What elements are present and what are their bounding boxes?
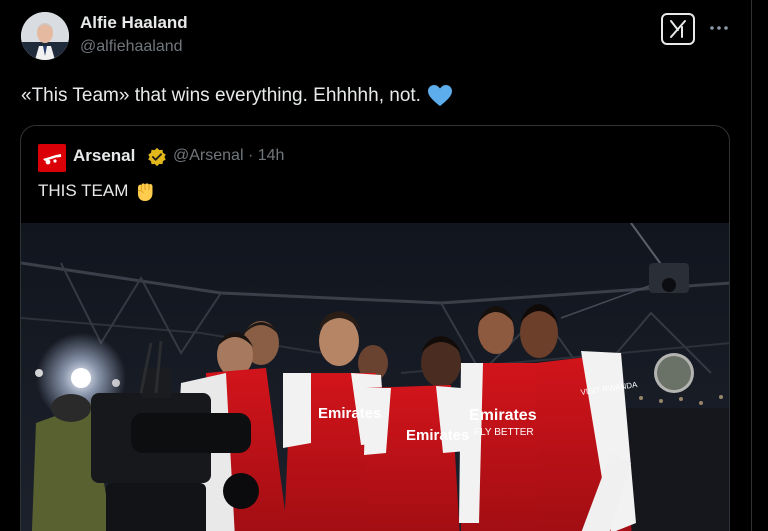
arsenal-logo[interactable] [38, 144, 66, 172]
cannon-icon [43, 154, 61, 165]
shirt-sponsor-text: Emirates [406, 427, 469, 444]
quote-text-content: THIS TEAM [38, 181, 129, 200]
tweet-photo[interactable]: Emirates Emirates Emirates FLY BETTER VI… [21, 223, 729, 531]
tweet-text-content: «This Team» that wins everything. Ehhhhh… [21, 85, 421, 106]
shirt-sponsor-text: Emirates [318, 405, 381, 422]
quote-text: THIS TEAM [38, 179, 156, 203]
grok-button[interactable] [661, 13, 695, 45]
grok-icon [670, 20, 686, 38]
quote-timestamp[interactable]: 14h [258, 147, 285, 164]
more-dots-icon [710, 26, 728, 30]
avatar-image [21, 12, 69, 60]
quoted-tweet-card[interactable]: Arsenal @Arsenal · 14h THIS TEAM Emirate… [20, 125, 730, 531]
gold-verified-badge-icon [148, 147, 166, 167]
quote-author-handle[interactable]: @Arsenal [173, 147, 244, 164]
raised-fist-icon [138, 183, 153, 201]
quote-author-name[interactable]: Arsenal [73, 146, 135, 166]
author-handle[interactable]: @alfiehaaland [80, 38, 183, 56]
quote-meta: @Arsenal · 14h [173, 147, 284, 165]
shirt-sponsor-text: Emirates [469, 407, 537, 424]
more-options-button[interactable] [707, 16, 731, 40]
author-name[interactable]: Alfie Haaland [80, 13, 188, 33]
shirt-sponsor-tagline: FLY BETTER [474, 427, 534, 438]
tweet-text: «This Team» that wins everything. Ehhhhh… [21, 84, 453, 108]
avatar[interactable] [21, 12, 69, 60]
blue-heart-icon [427, 85, 452, 106]
meta-separator: · [247, 147, 254, 164]
team-celebration-image: Emirates Emirates Emirates FLY BETTER VI… [21, 223, 729, 531]
column-divider [751, 0, 752, 531]
page: Alfie Haaland @alfiehaaland «This Team» … [0, 0, 768, 531]
